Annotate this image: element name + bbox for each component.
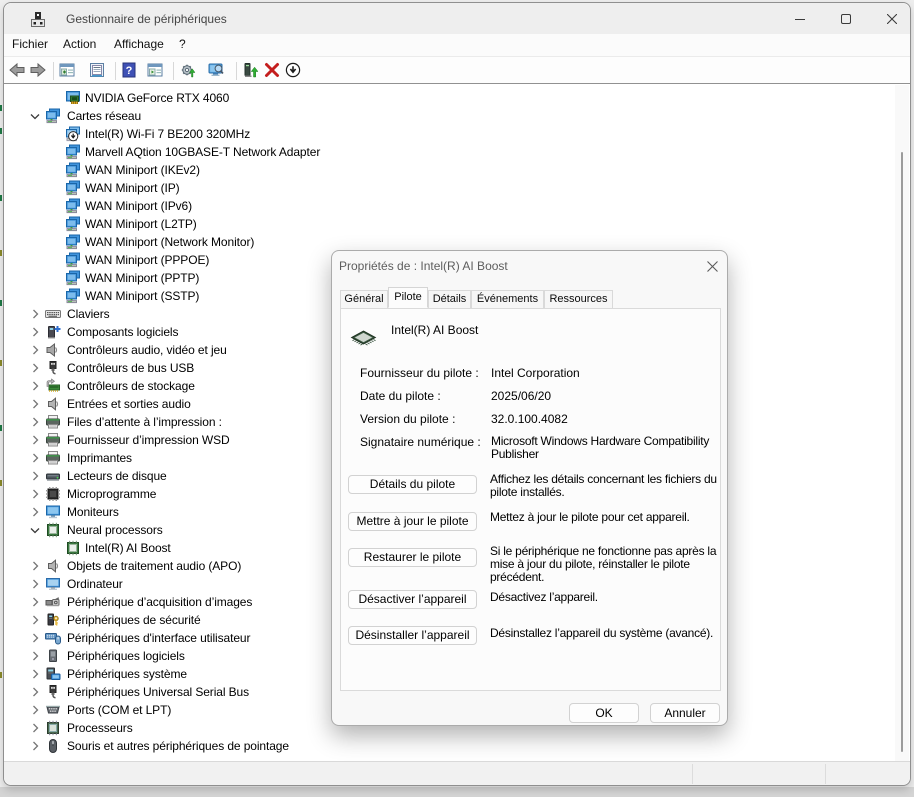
svg-text:?: ? — [126, 65, 133, 77]
